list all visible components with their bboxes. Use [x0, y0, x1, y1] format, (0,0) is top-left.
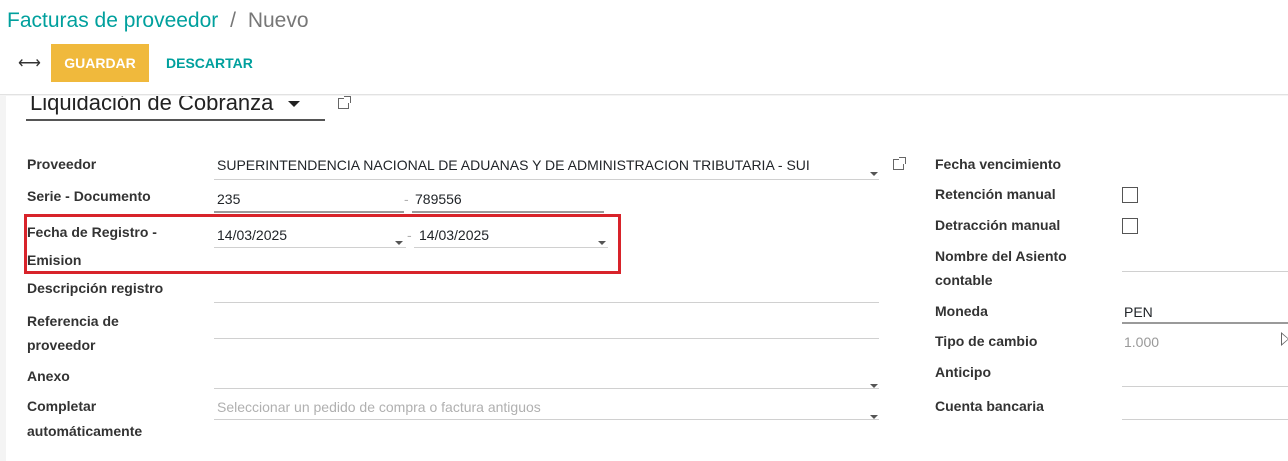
cuenta-bancaria-underline [1122, 419, 1288, 420]
referencia-underline [214, 338, 879, 339]
descripcion-label: Descripción registro [27, 280, 164, 296]
documento-input[interactable]: 789556 [415, 191, 595, 207]
referencia-label: Referencia de proveedor [27, 309, 119, 358]
breadcrumb: Facturas de proveedor / Nuevo [7, 9, 309, 33]
asiento-underline [1122, 271, 1288, 272]
journal-underline [26, 119, 325, 121]
expand-toggle-icon[interactable]: ⟷ [18, 53, 41, 73]
chevron-down-icon[interactable] [870, 406, 878, 424]
chevron-down-icon[interactable] [870, 375, 878, 393]
serie-separator: - [404, 191, 409, 207]
documento-underline [412, 211, 604, 213]
retencion-label: Retención manual [935, 186, 1056, 202]
proveedor-underline [214, 179, 879, 180]
asiento-label-line2: contable [935, 272, 993, 288]
detraccion-label: Detracción manual [935, 217, 1061, 233]
external-link-icon[interactable] [338, 96, 351, 109]
breadcrumb-parent-link[interactable]: Facturas de proveedor [7, 9, 218, 32]
external-link-icon[interactable] [893, 157, 906, 170]
anticipo-underline [1122, 386, 1288, 387]
discard-button[interactable]: DESCARTAR [166, 55, 253, 71]
save-button[interactable]: GUARDAR [51, 44, 149, 82]
serie-underline [214, 211, 404, 213]
serie-input[interactable]: 235 [217, 191, 397, 207]
currency-rate-arrow-icon[interactable] [1281, 332, 1288, 346]
journal-select[interactable]: Liquidación de Cobranza [30, 96, 300, 116]
completar-input[interactable]: Seleccionar un pedido de compra o factur… [217, 399, 857, 415]
anexo-underline [214, 388, 879, 389]
retencion-checkbox[interactable] [1122, 187, 1138, 203]
breadcrumb-current: Nuevo [247, 9, 309, 32]
proveedor-label: Proveedor [27, 156, 97, 172]
anticipo-label: Anticipo [935, 364, 991, 380]
journal-value: Liquidación de Cobranza [30, 96, 274, 115]
cuenta-bancaria-label: Cuenta bancaria [935, 398, 1044, 414]
referencia-label-line1: Referencia de [27, 313, 119, 329]
completar-label: Completar automáticamente [27, 394, 142, 444]
descripcion-underline [214, 302, 879, 303]
tipo-cambio-input[interactable]: 1.000 [1124, 334, 1264, 350]
detraccion-checkbox[interactable] [1122, 218, 1138, 234]
tipo-cambio-label: Tipo de cambio [935, 333, 1038, 349]
form-sheet: Liquidación de Cobranza Proveedor SUPERI… [6, 96, 1288, 461]
completar-label-line1: Completar [27, 398, 97, 414]
chevron-down-icon[interactable] [287, 101, 300, 108]
asiento-label: Nombre del Asiento contable [935, 244, 1067, 293]
completar-underline [214, 419, 879, 420]
serie-documento-label: Serie - Documento [27, 188, 151, 204]
breadcrumb-separator: / [230, 9, 236, 32]
control-panel: Facturas de proveedor / Nuevo ⟷ GUARDAR … [0, 0, 1288, 95]
proveedor-input[interactable]: SUPERINTENDENCIA NACIONAL DE ADUANAS Y D… [217, 157, 857, 173]
referencia-label-line2: proveedor [27, 337, 96, 353]
anexo-label: Anexo [27, 368, 70, 384]
fecha-vencimiento-label: Fecha vencimiento [935, 156, 1062, 172]
highlight-box [24, 214, 621, 274]
moneda-label: Moneda [935, 303, 988, 319]
moneda-underline [1122, 322, 1288, 324]
asiento-label-line1: Nombre del Asiento [935, 248, 1067, 264]
moneda-input[interactable]: PEN [1124, 304, 1284, 320]
completar-label-line2: automáticamente [27, 423, 143, 439]
